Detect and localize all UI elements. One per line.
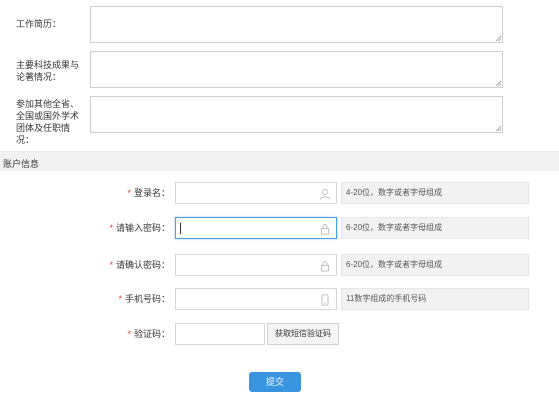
get-sms-code-button[interactable]: 获取短信验证码 xyxy=(267,323,339,345)
resize-grip-icon xyxy=(495,125,501,131)
phone-icon xyxy=(321,294,329,306)
verification-label: * 验证码： xyxy=(0,328,170,340)
phone-label-text: 手机号码： xyxy=(124,294,170,304)
text-caret xyxy=(180,223,181,234)
password-hint: 6-20位，数字或者字母组成 xyxy=(341,217,529,239)
work-history-textarea[interactable] xyxy=(90,6,503,43)
login-name-input[interactable] xyxy=(175,182,337,204)
login-name-hint: 4-20位，数字或者字母组成 xyxy=(341,182,529,204)
account-section-title: 账户信息 xyxy=(3,159,40,169)
confirm-password-hint: 6-20位，数字或者字母组成 xyxy=(341,254,529,276)
confirm-password-input[interactable] xyxy=(175,254,337,276)
verification-label-text: 验证码： xyxy=(133,329,170,339)
phone-hint: 11数字组成的手机号码 xyxy=(341,288,529,310)
phone-input[interactable] xyxy=(175,288,337,310)
confirm-password-label-text: 请确认密码： xyxy=(115,260,170,270)
work-history-label: 工作简历： xyxy=(16,19,62,29)
account-section-header: 账户信息 xyxy=(0,151,559,171)
memberships-textarea[interactable] xyxy=(90,96,503,133)
login-name-label: * 登录名： xyxy=(0,187,170,199)
submit-button[interactable]: 提交 xyxy=(249,372,301,392)
password-label: * 请输入密码： xyxy=(0,222,170,234)
required-mark: * xyxy=(109,260,113,270)
required-mark: * xyxy=(118,294,122,304)
lock-icon xyxy=(321,224,329,235)
password-label-text: 请输入密码： xyxy=(115,223,170,233)
phone-label: * 手机号码： xyxy=(0,293,170,305)
achievements-label: 主要科技成果与论著情况： xyxy=(16,60,80,82)
resize-grip-icon xyxy=(495,35,501,41)
memberships-label: 参加其他全省、全国或国外学术团体及任职情况： xyxy=(16,99,80,145)
lock-icon xyxy=(321,261,329,272)
required-mark: * xyxy=(109,223,113,233)
verification-code-input[interactable] xyxy=(175,323,265,345)
required-mark: * xyxy=(127,329,131,339)
resize-grip-icon xyxy=(495,80,501,86)
confirm-password-label: * 请确认密码： xyxy=(0,259,170,271)
user-icon xyxy=(320,189,330,200)
achievements-textarea[interactable] xyxy=(90,51,503,88)
password-input[interactable] xyxy=(175,217,337,239)
required-mark: * xyxy=(127,188,131,198)
login-name-label-text: 登录名： xyxy=(133,188,170,198)
